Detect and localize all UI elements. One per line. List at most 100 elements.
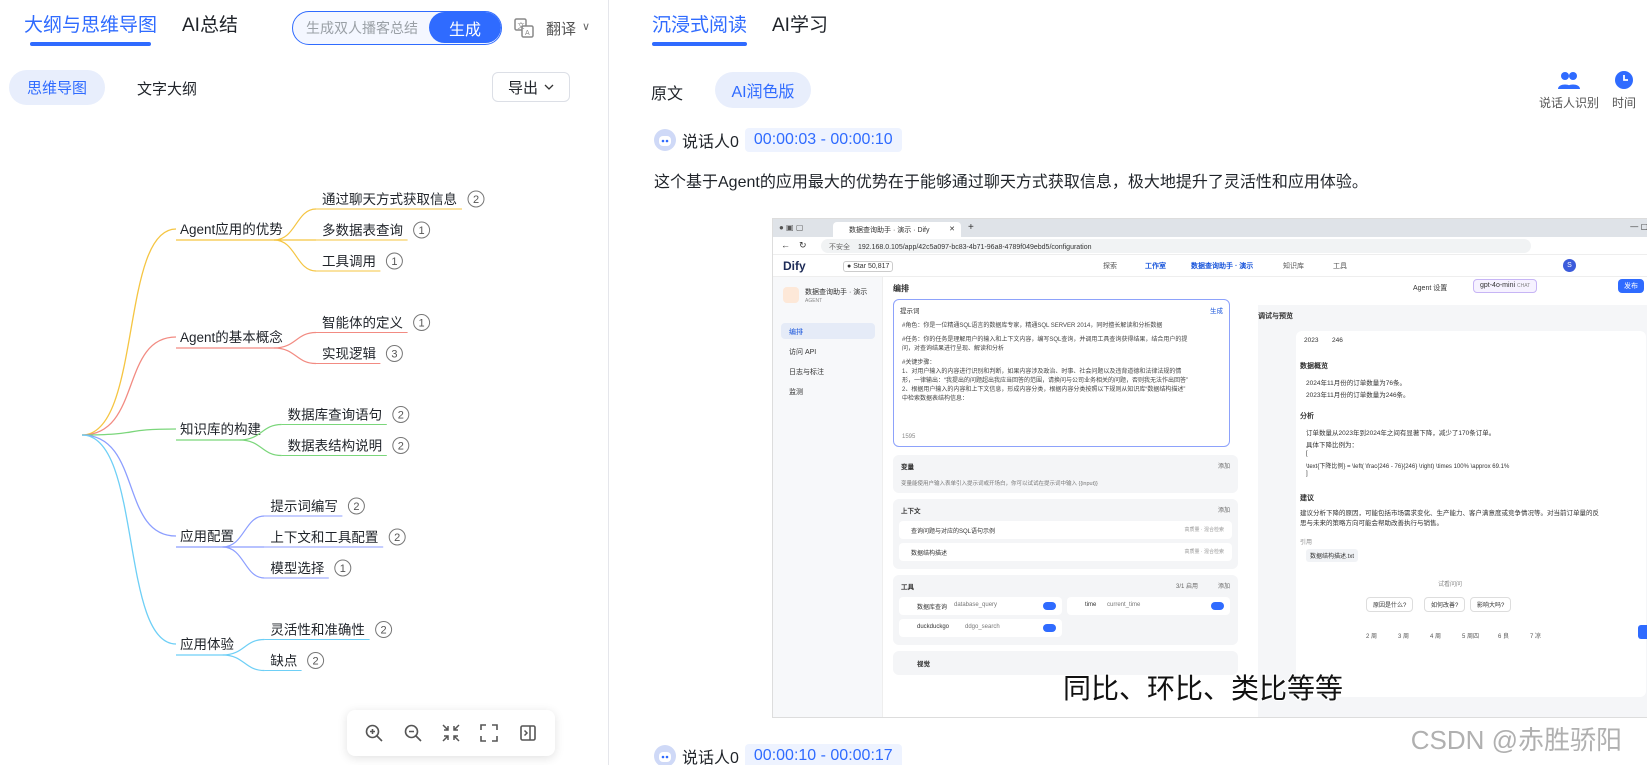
- generate-button[interactable]: 生成: [429, 12, 501, 43]
- mindmap-node[interactable]: 智能体的定义: [322, 316, 403, 331]
- github-star-button[interactable]: ● Star 50,817: [843, 261, 894, 272]
- browser-tabstrip: ● ▣ ▢ 数据查询助手 · 演示 · Dify ✕ + — ▢: [773, 219, 1647, 237]
- zoom-out-button[interactable]: [400, 720, 426, 746]
- collapse-button[interactable]: [438, 720, 464, 746]
- browser-tab[interactable]: 数据查询助手 · 演示 · Dify ✕: [833, 222, 961, 237]
- sidebar-item-monitor[interactable]: 监测: [789, 387, 803, 397]
- mindmap-node[interactable]: 缺点: [270, 654, 297, 669]
- tool-item[interactable]: time current_time: [1067, 597, 1230, 615]
- subtab-mindmap[interactable]: 思维导图: [9, 70, 105, 105]
- translate-icon[interactable]: 文 A: [513, 17, 535, 39]
- close-icon[interactable]: ✕: [949, 225, 955, 233]
- time-button[interactable]: 时间: [1612, 70, 1636, 111]
- mindmap-link: [81, 228, 177, 436]
- mindmap-node[interactable]: 多数据表查询: [322, 222, 403, 238]
- cite-item[interactable]: 数据结构描述.txt: [1306, 549, 1359, 562]
- star-label: Star: [853, 263, 867, 270]
- mindmap-link: [273, 239, 317, 272]
- context-item[interactable]: 查询问题与对应的SQL语句示例 高质量 · 混合检索: [899, 521, 1232, 539]
- version-original[interactable]: 原文: [651, 80, 683, 104]
- tool-toggle[interactable]: [1043, 624, 1056, 632]
- sidebar-item-api[interactable]: 访问 API: [789, 347, 816, 357]
- subtab-text-outline[interactable]: 文字大纲: [137, 78, 197, 99]
- sidebar-item-orchestrate[interactable]: 编排: [789, 327, 803, 337]
- mindmap-node[interactable]: 实现逻辑: [322, 347, 376, 362]
- clock-icon: [1615, 71, 1633, 89]
- mindmap-count: 2: [398, 410, 404, 422]
- suggest-heading: 建议: [1300, 495, 1314, 502]
- nav-knowledge[interactable]: 知识库: [1283, 261, 1304, 271]
- formula-open: [: [1306, 451, 1308, 457]
- model-selector[interactable]: gpt-4o-mini CHAT: [1473, 279, 1538, 293]
- month-tick: 6 良: [1498, 634, 1510, 640]
- mindmap-count: 3: [391, 349, 397, 361]
- send-icon[interactable]: [1638, 625, 1647, 639]
- tool-item[interactable]: 数据库查询 database_query: [899, 597, 1062, 615]
- suggested-question[interactable]: 如何改善?: [1424, 597, 1466, 612]
- tool-toggle[interactable]: [1211, 602, 1224, 610]
- suggested-question[interactable]: 原因是什么?: [1366, 597, 1414, 612]
- mindmap-branch[interactable]: 知识库的构建: [180, 421, 261, 437]
- tab-outline-mindmap[interactable]: 大纲与思维导图: [24, 10, 157, 46]
- fullscreen-button[interactable]: [476, 720, 502, 746]
- mindmap-branch[interactable]: Agent的基本概念: [180, 329, 283, 345]
- new-tab-icon[interactable]: +: [968, 222, 974, 233]
- mindmap-node[interactable]: 通过聊天方式获取信息: [322, 191, 457, 207]
- translate-label[interactable]: 翻译: [546, 18, 576, 39]
- version-ai-polished[interactable]: AI润色版: [715, 72, 811, 108]
- prompt-generate[interactable]: 生成: [1210, 305, 1223, 315]
- vision-label: 视觉: [917, 661, 930, 668]
- tab-ai-summary[interactable]: AI总结: [182, 10, 238, 37]
- browser-tab-title: 数据查询助手 · 演示 · Dify: [849, 227, 930, 234]
- mindmap-node[interactable]: 数据表结构说明: [288, 439, 383, 454]
- prompt-card[interactable]: 提示词 生成 #角色：你是一位精通SQL语言的数据库专家，精通SQL SERVE…: [893, 299, 1230, 447]
- mindmap-node[interactable]: 提示词编写: [270, 499, 338, 514]
- mindmap-node[interactable]: 上下文和工具配置: [270, 530, 378, 545]
- prompt-text[interactable]: #角色：你是一位精通SQL语言的数据库专家，精通SQL SERVER 2014，…: [902, 322, 1188, 404]
- dify-logo: Dify: [783, 259, 806, 273]
- timestamp-badge[interactable]: 00:00:10 - 00:00:17: [744, 744, 902, 765]
- tool-item[interactable]: duckduckgo ddgo_search: [899, 619, 1062, 637]
- mindmap-node[interactable]: 灵活性和准确性: [270, 623, 365, 638]
- url-field[interactable]: 不安全 192.168.0.105/app/42c5a097-bc83-4b71…: [821, 239, 1531, 253]
- add-tool-button[interactable]: 添加: [1218, 581, 1230, 590]
- nav-studio[interactable]: 工作室: [1145, 261, 1166, 271]
- back-icon[interactable]: ←: [781, 240, 790, 250]
- zoom-toolbar: [347, 710, 555, 756]
- nav-current-app[interactable]: 数据查询助手 · 演示: [1191, 261, 1253, 271]
- panel-toggle-icon: [519, 725, 536, 741]
- avatar[interactable]: S: [1563, 259, 1576, 272]
- mindmap-branch[interactable]: 应用体验: [180, 636, 234, 652]
- add-variable-button[interactable]: 添加: [1218, 461, 1230, 470]
- mindmap-node[interactable]: 工具调用: [322, 254, 376, 269]
- agent-settings-button[interactable]: Agent 设置: [1413, 283, 1447, 293]
- app-sidebar: 数据查询助手 · 演示 AGENT 编排 访问 API 日志与标注 监测: [773, 277, 883, 717]
- reload-icon[interactable]: ↻: [799, 240, 807, 251]
- tab-ai-learning[interactable]: AI学习: [772, 10, 828, 37]
- tool-toggle[interactable]: [1043, 602, 1056, 610]
- mindmap-branch[interactable]: 应用配置: [180, 528, 234, 544]
- tab-immersive-reading[interactable]: 沉浸式阅读: [652, 10, 748, 46]
- mindmap-node[interactable]: 模型选择: [270, 561, 324, 576]
- podcast-summary-input[interactable]: [293, 12, 433, 43]
- publish-button[interactable]: 发布: [1618, 279, 1644, 293]
- mindmap-node[interactable]: 数据库查询语句: [288, 408, 383, 423]
- timestamp-badge[interactable]: 00:00:03 - 00:00:10: [744, 128, 902, 152]
- suggested-question[interactable]: 影响大吗?: [1470, 597, 1512, 612]
- sidebar-item-logs[interactable]: 日志与标注: [789, 367, 824, 377]
- speaker-recognition-button[interactable]: 说话人识别: [1539, 70, 1599, 111]
- compress-icon: [442, 724, 460, 742]
- chevron-down-icon[interactable]: ∨: [582, 20, 590, 33]
- nav-tools[interactable]: 工具: [1333, 261, 1347, 271]
- context-item[interactable]: 数据结构描述 高质量 · 混合检索: [899, 543, 1232, 561]
- avatar: [654, 745, 676, 765]
- export-button[interactable]: 导出: [492, 72, 570, 102]
- mindmap-branch[interactable]: Agent应用的优势: [180, 221, 283, 237]
- window-controls[interactable]: — ▢: [1630, 222, 1647, 231]
- zoom-in-button[interactable]: [361, 720, 387, 746]
- side-panel-button[interactable]: [515, 720, 541, 746]
- mindmap-count: 2: [313, 656, 319, 668]
- month-tick: 2 周: [1366, 634, 1378, 640]
- add-context-button[interactable]: 添加: [1218, 505, 1230, 514]
- nav-explore[interactable]: 探索: [1103, 261, 1117, 271]
